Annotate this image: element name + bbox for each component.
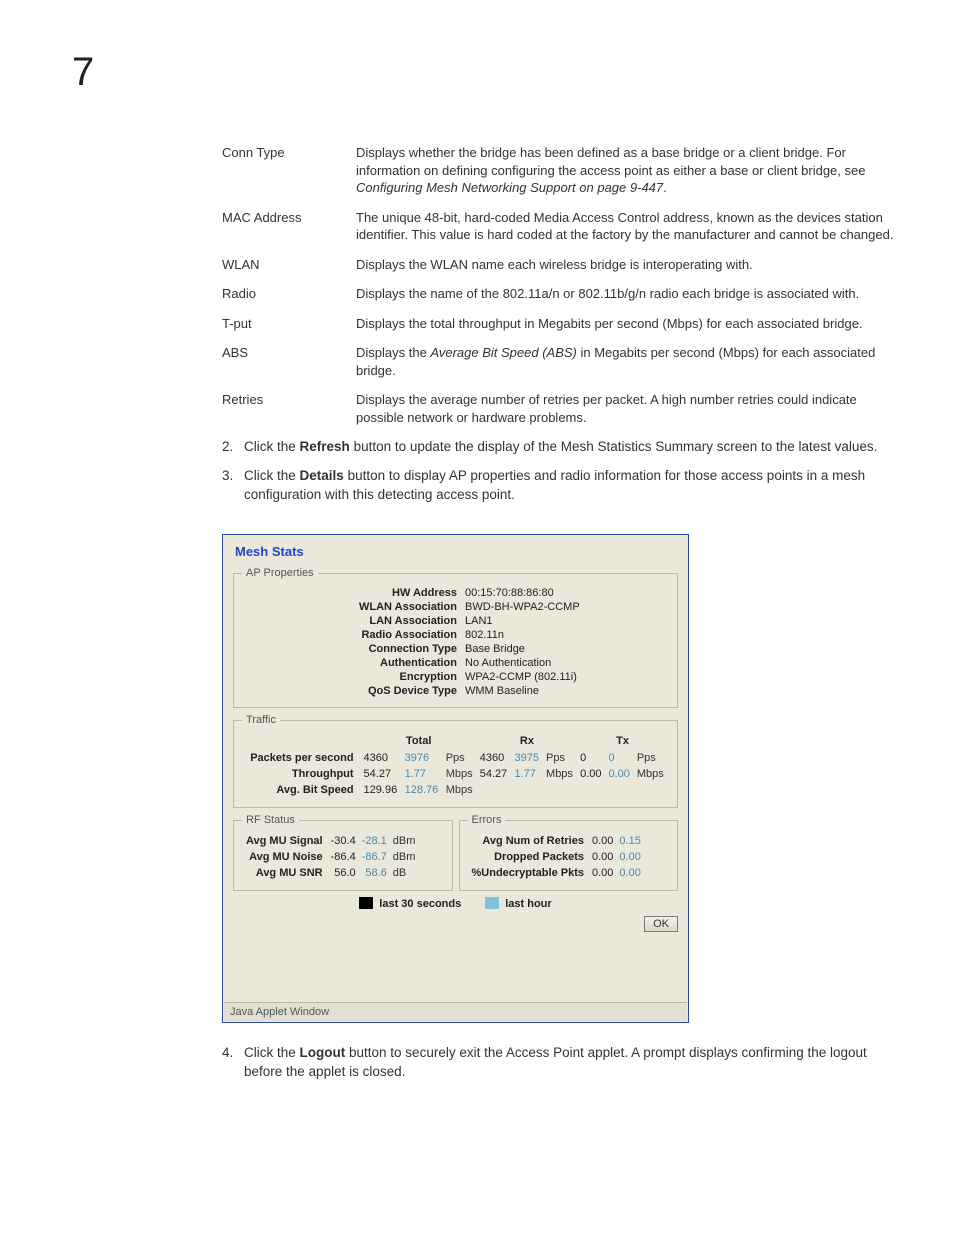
page: 7 Conn Type Displays whether the bridge …	[0, 0, 954, 1235]
traffic-row-pps: Packets per second 43603976Pps 43603975P…	[244, 751, 667, 765]
def-tput: T-put Displays the total throughput in M…	[222, 315, 902, 333]
step-2: 2. Click the Refresh button to update th…	[222, 438, 902, 457]
errors-legend: Errors	[468, 814, 506, 826]
errors-table: Avg Num of Retries0.000.15 Dropped Packe…	[468, 832, 645, 882]
traffic-row-throughput: Throughput 54.271.77Mbps 54.271.77Mbps 0…	[244, 767, 667, 781]
traffic-table: Total Rx Tx Packets per second 43603976P…	[242, 732, 669, 799]
step-4: 4. Click the Logout button to securely e…	[222, 1044, 902, 1082]
traffic-row-abs: Avg. Bit Speed 129.96128.76Mbps	[244, 783, 667, 797]
def-radio: Radio Displays the name of the 802.11a/n…	[222, 285, 902, 303]
traffic-group: Traffic Total Rx Tx Packets per second 4…	[233, 714, 678, 808]
legend-row: last 30 seconds last hour	[233, 897, 678, 910]
mesh-stats-dialog: Mesh Stats AP Properties HW Address00:15…	[222, 534, 689, 1023]
chapter-number: 7	[72, 50, 94, 95]
definition-list: Conn Type Displays whether the bridge ha…	[222, 144, 902, 439]
def-mac-address: MAC Address The unique 48-bit, hard-code…	[222, 209, 902, 244]
def-retries: Retries Displays the average number of r…	[222, 391, 902, 426]
ap-properties-legend: AP Properties	[242, 567, 318, 579]
steps-bottom: 4. Click the Logout button to securely e…	[222, 1044, 902, 1092]
swatch-black-icon	[359, 897, 373, 909]
rf-status-legend: RF Status	[242, 814, 299, 826]
ap-properties-group: AP Properties HW Address00:15:70:88:86:8…	[233, 567, 678, 708]
errors-group: Errors Avg Num of Retries0.000.15 Droppe…	[459, 814, 679, 891]
rf-status-group: RF Status Avg MU Signal-30.4-28.1dBm Avg…	[233, 814, 453, 891]
status-bar: Java Applet Window	[224, 1002, 687, 1021]
def-wlan: WLAN Displays the WLAN name each wireles…	[222, 256, 902, 274]
ok-button[interactable]: OK	[644, 916, 678, 932]
traffic-legend: Traffic	[242, 714, 280, 726]
steps-top: 2. Click the Refresh button to update th…	[222, 438, 902, 515]
dialog-title: Mesh Stats	[223, 535, 688, 564]
rf-status-table: Avg MU Signal-30.4-28.1dBm Avg MU Noise-…	[242, 832, 419, 882]
def-abs: ABS Displays the Average Bit Speed (ABS)…	[222, 344, 902, 379]
def-conn-type: Conn Type Displays whether the bridge ha…	[222, 144, 902, 197]
step-3: 3. Click the Details button to display A…	[222, 467, 902, 505]
swatch-blue-icon	[485, 897, 499, 909]
